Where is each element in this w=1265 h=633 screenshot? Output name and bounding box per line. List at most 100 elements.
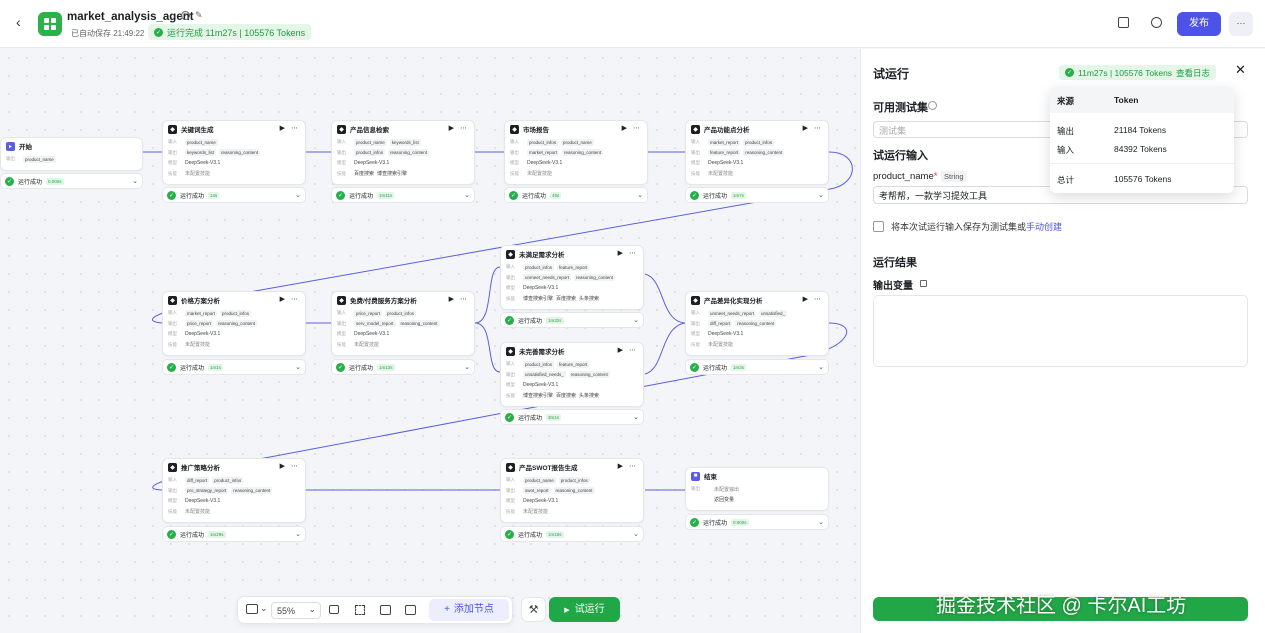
node-status[interactable]: ✓ 运行成功 3m1s ⌄ bbox=[500, 409, 644, 425]
chevron-down-icon[interactable]: ⌄ bbox=[295, 530, 301, 538]
edge bbox=[474, 266, 501, 324]
divider bbox=[1050, 163, 1234, 164]
top-bar: ‹ market_analysis_agent i ✎ 已自动保存 21:49:… bbox=[0, 0, 1265, 48]
node-imperfect-needs[interactable]: ◆ 未完善需求分析 ▶ ⋯ 输入 product_infos feature_repo… bbox=[500, 342, 644, 407]
node-status[interactable]: ✓ 运行成功 1m3s ⌄ bbox=[685, 359, 829, 375]
run-icon[interactable]: ▶ ⋯ bbox=[618, 346, 638, 354]
chevron-down-icon[interactable]: ⌄ bbox=[132, 177, 138, 185]
node-promo-strategy[interactable]: ◆ 推广策略分析 ▶ ⋯ 输入 diff_report product_infos 输… bbox=[162, 458, 306, 523]
node-title: 开始 bbox=[19, 144, 32, 151]
layout-icon[interactable] bbox=[355, 605, 365, 615]
chevron-down-icon[interactable]: ⌄ bbox=[818, 518, 824, 526]
token-popover: 来源 Token 输出 21184 Tokens 输入 84392 Tokens… bbox=[1050, 87, 1234, 193]
back-icon[interactable]: ‹ bbox=[16, 14, 21, 30]
node-status[interactable]: ✓ 运行成功 1m19s ⌄ bbox=[500, 526, 644, 542]
run-icon[interactable]: ▶ ⋯ bbox=[803, 295, 823, 303]
save-testset-checkbox[interactable] bbox=[873, 221, 884, 232]
node-status[interactable]: ✓ 运行成功 1m11s ⌄ bbox=[331, 187, 475, 203]
run-icon[interactable]: ▶ ⋯ bbox=[280, 462, 300, 470]
check-icon: ✓ bbox=[505, 529, 514, 539]
edit-icon[interactable]: ✎ bbox=[195, 10, 203, 21]
chevron-down-icon[interactable]: ⌄ bbox=[464, 191, 470, 199]
token-source: 输入 bbox=[1057, 145, 1075, 155]
token-value: 21184 Tokens bbox=[1114, 125, 1167, 135]
token-value: 105576 Tokens bbox=[1114, 174, 1172, 184]
copy-icon[interactable] bbox=[920, 280, 927, 287]
node-unmet-needs[interactable]: ◆ 未满足需求分析 ▶ ⋯ 输入 product_infos feature_repo… bbox=[500, 245, 644, 310]
check-icon: ✓ bbox=[505, 412, 514, 422]
node-status[interactable]: ✓ 运行成功 0.000s ⌄ bbox=[685, 514, 829, 530]
screenshot-icon[interactable] bbox=[405, 605, 416, 615]
app-name: market_analysis_agent bbox=[67, 11, 194, 23]
check-icon: ✓ bbox=[505, 315, 514, 325]
run-icon[interactable]: ▶ ⋯ bbox=[449, 124, 469, 132]
node-status[interactable]: ✓ 运行成功 14s ⌄ bbox=[162, 187, 306, 203]
run-icon[interactable]: ▶ ⋯ bbox=[280, 295, 300, 303]
node-end[interactable]: ■ 结束 输出 未配置输出 返回变量 bbox=[685, 467, 829, 511]
run-info-badge[interactable]: ✓ 11m27s | 105576 Tokens 查看日志 bbox=[1059, 65, 1217, 80]
debug-tool-button[interactable]: ⚒ bbox=[521, 597, 546, 622]
workflow-canvas[interactable]: ▸ 开始 输出 product_name ✓ 运行成功 0.000s ⌄ ◆ 关键词生成 ▶… bbox=[0, 49, 860, 633]
node-feature-analysis[interactable]: ◆ 产品功能点分析 ▶ ⋯ 输入 market_report product_info… bbox=[685, 120, 829, 185]
chevron-down-icon[interactable]: ⌄ bbox=[818, 191, 824, 199]
node-status[interactable]: ✓ 运行成功 0.000s ⌄ bbox=[0, 173, 143, 189]
run-icon[interactable]: ▶ ⋯ bbox=[803, 124, 823, 132]
node-market-report[interactable]: ◆ 市场报告 ▶ ⋯ 输入 product_infos product_name 输出… bbox=[504, 120, 648, 185]
run-icon[interactable]: ▶ ⋯ bbox=[622, 124, 642, 132]
minimap-icon[interactable] bbox=[246, 604, 258, 614]
node-price-analysis[interactable]: ◆ 价格方案分析 ▶ ⋯ 输入 market_report product_infos… bbox=[162, 291, 306, 356]
llm-icon: ◆ bbox=[337, 295, 346, 305]
chevron-down-icon[interactable]: ⌄ bbox=[295, 363, 301, 371]
node-keyword-gen[interactable]: ◆ 关键词生成 ▶ ⋯ 输入 product_name 输出 keywords_lis… bbox=[162, 120, 306, 185]
chevron-down-icon[interactable]: ⌄ bbox=[295, 191, 301, 199]
check-icon: ✓ bbox=[509, 190, 518, 200]
chevron-down-icon[interactable]: ⌄ bbox=[633, 316, 639, 324]
node-status[interactable]: ✓ 运行成功 1m13s ⌄ bbox=[331, 359, 475, 375]
chevron-down-icon[interactable]: ⌄ bbox=[260, 603, 268, 614]
chevron-down-icon[interactable]: ⌄ bbox=[633, 530, 639, 538]
save-testset-text: 将本次试运行输入保存为测试集或手动创建 bbox=[891, 222, 1063, 232]
node-status[interactable]: ✓ 运行成功 1m1s ⌄ bbox=[162, 359, 306, 375]
publish-button[interactable]: 发布 bbox=[1177, 12, 1221, 36]
add-node-button[interactable]: + 添加节点 bbox=[429, 599, 509, 621]
run-icon[interactable]: ▶ ⋯ bbox=[618, 249, 638, 257]
node-status[interactable]: ✓ 运行成功 1m29s ⌄ bbox=[162, 526, 306, 542]
run-icon[interactable]: ▶ ⋯ bbox=[618, 462, 638, 470]
copy-icon[interactable] bbox=[1118, 17, 1129, 28]
run-icon[interactable]: ▶ ⋯ bbox=[280, 124, 300, 132]
watermark: 掘金技术社区 @ 卡尔AI工坊 bbox=[936, 595, 1187, 617]
node-status[interactable]: ✓ 运行成功 1m32s ⌄ bbox=[500, 312, 644, 328]
view-log-link[interactable]: 查看日志 bbox=[1176, 67, 1210, 79]
info-icon[interactable]: i bbox=[181, 11, 190, 20]
check-icon: ✓ bbox=[167, 362, 176, 372]
history-icon[interactable] bbox=[1151, 17, 1162, 28]
manual-create-link[interactable]: 手动创建 bbox=[1026, 222, 1062, 232]
param-name-label: product_name* bbox=[873, 171, 938, 182]
zoom-select[interactable]: 55% ⌄ bbox=[271, 602, 321, 619]
close-icon[interactable]: ✕ bbox=[1235, 62, 1246, 78]
llm-icon: ◆ bbox=[337, 124, 346, 134]
node-status[interactable]: ✓ 运行成功 1m7s ⌄ bbox=[685, 187, 829, 203]
chevron-down-icon[interactable]: ⌄ bbox=[464, 363, 470, 371]
testset-label: 可用测试集 bbox=[873, 102, 928, 114]
chevron-down-icon[interactable]: ⌄ bbox=[633, 413, 639, 421]
node-diff-analysis[interactable]: ◆ 产品差异化实现分析 ▶ ⋯ 输入 unmeet_needs_report unsa… bbox=[685, 291, 829, 356]
run-status-badge[interactable]: ✓ 运行完成 11m27s | 105576 Tokens bbox=[148, 24, 312, 40]
llm-icon: ◆ bbox=[506, 462, 515, 472]
panel-title: 试运行 bbox=[873, 67, 910, 81]
node-free-paid-analysis[interactable]: ◆ 免费/付费服务方案分析 ▶ ⋯ 输入 price_report product_i… bbox=[331, 291, 475, 356]
app-logo bbox=[38, 12, 62, 36]
chevron-down-icon[interactable]: ⌄ bbox=[637, 191, 643, 199]
more-button[interactable]: ··· bbox=[1229, 12, 1253, 36]
node-swot-report[interactable]: ◆ 产品SWOT报告生成 ▶ ⋯ 输入 product_name product_in… bbox=[500, 458, 644, 523]
input-section-title: 试运行输入 bbox=[873, 150, 928, 162]
test-run-button[interactable]: ▶ 试运行 bbox=[549, 597, 620, 622]
run-icon[interactable]: ▶ ⋯ bbox=[449, 295, 469, 303]
node-start[interactable]: ▸ 开始 输出 product_name bbox=[0, 137, 143, 171]
node-status[interactable]: ✓ 运行成功 49s ⌄ bbox=[504, 187, 648, 203]
token-source: 输出 bbox=[1057, 126, 1075, 136]
image-icon[interactable] bbox=[380, 605, 391, 615]
node-product-info[interactable]: ◆ 产品信息检索 ▶ ⋯ 输入 product_name keywords_list … bbox=[331, 120, 475, 185]
comment-icon[interactable] bbox=[329, 605, 339, 614]
chevron-down-icon[interactable]: ⌄ bbox=[818, 363, 824, 371]
